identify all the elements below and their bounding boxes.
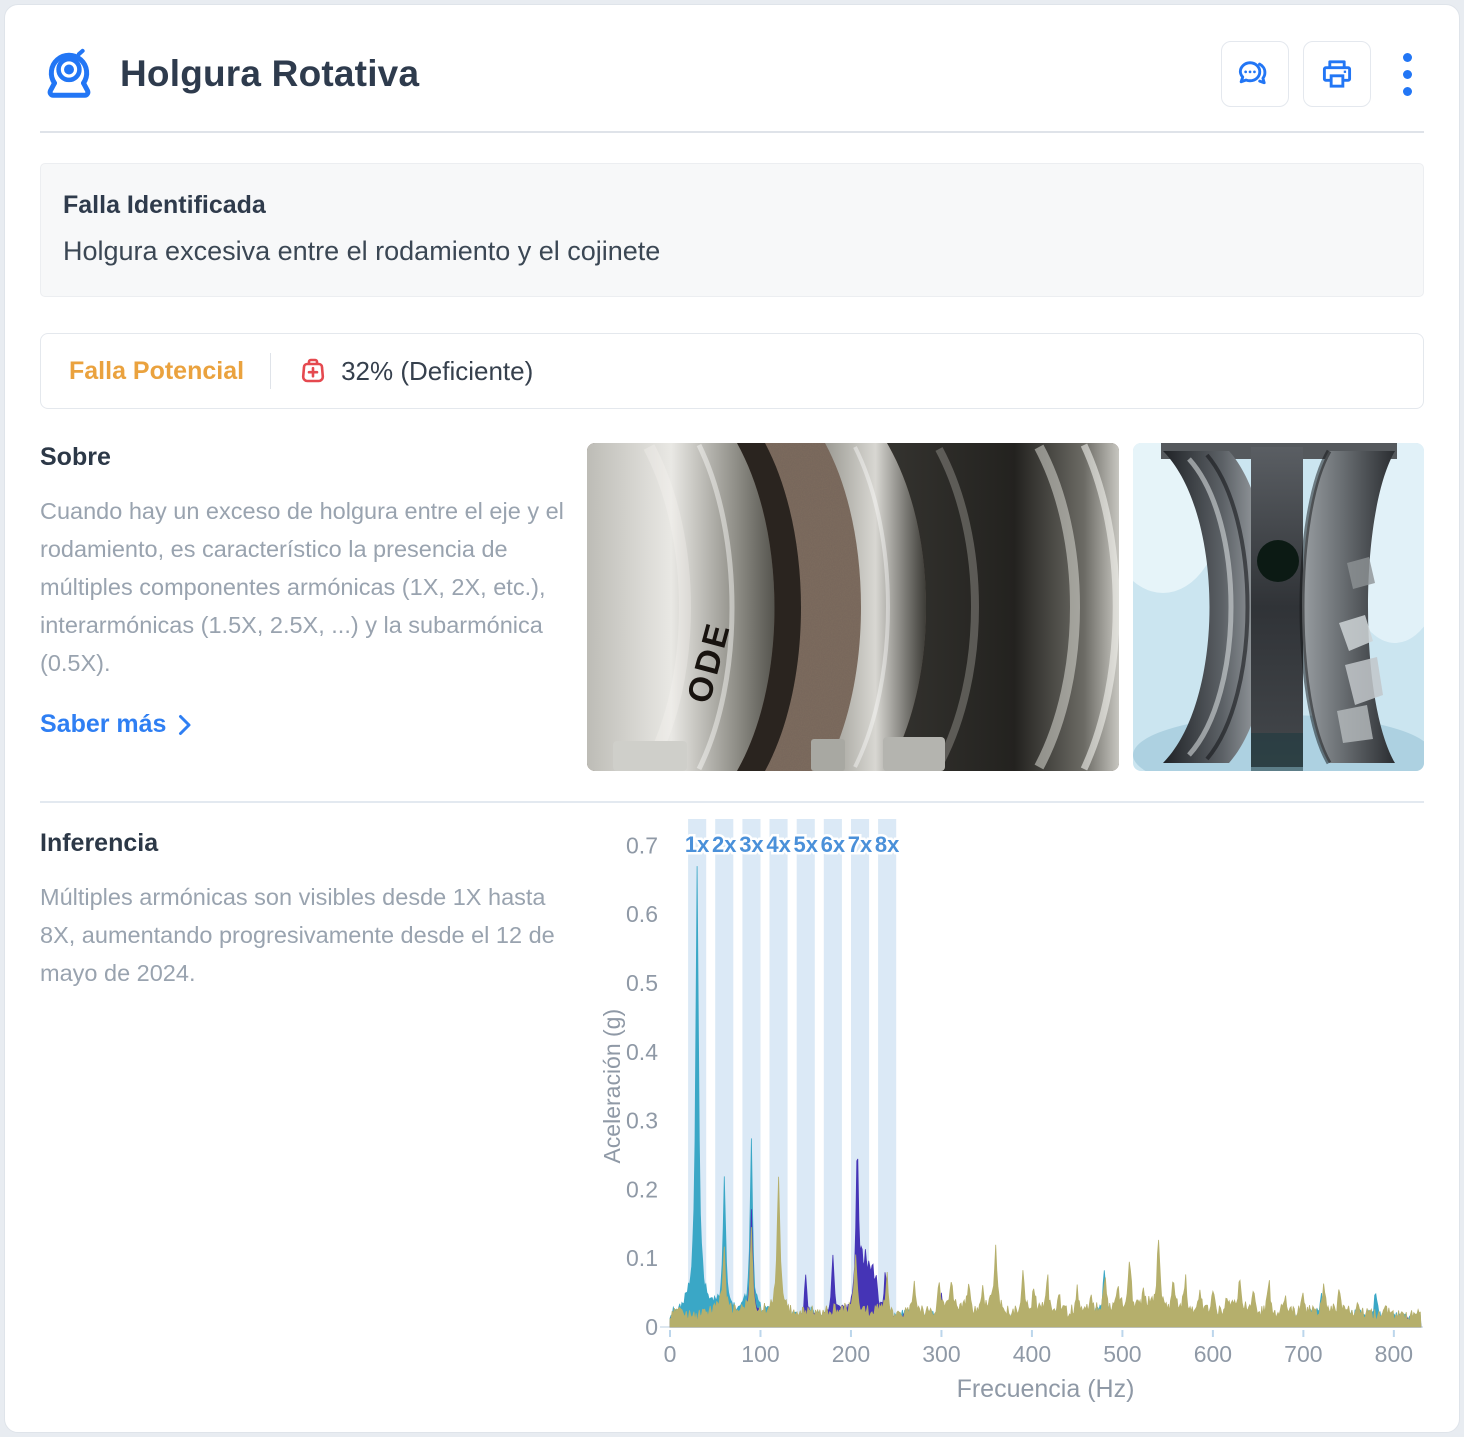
harmonic-label-4x: 4x: [766, 832, 791, 857]
chevron-right-icon: [178, 714, 192, 736]
page-title: Holgura Rotativa: [120, 53, 419, 95]
bearing-photos: ODE: [587, 443, 1424, 771]
section-divider: [40, 801, 1424, 803]
bearing-photo-1: ODE: [587, 443, 1119, 771]
learn-more-label: Saber más: [40, 710, 166, 739]
x-tick-label: 400: [1013, 1341, 1051, 1367]
spectrum-chart-container: 0 100 200 300 400 500 600 700 800 0 0.1 0.2 0.3 0.4 0.…: [600, 817, 1424, 1430]
fault-box-title: Falla Identificada: [63, 191, 1401, 220]
header-divider: [40, 131, 1424, 133]
bearing-icon: [40, 45, 98, 103]
inference-text-column: Inferencia Múltiples armónicas son visib…: [40, 817, 580, 992]
harmonic-label-8x: 8x: [875, 832, 900, 857]
health-score: 32% (Deficiente): [341, 356, 533, 387]
y-axis-label: Aceleración (g): [600, 1009, 625, 1164]
kebab-dot: [1403, 87, 1412, 96]
x-tick-label: 300: [922, 1341, 960, 1367]
y-tick-label: 0.2: [626, 1176, 658, 1202]
harmonic-band-8x: [878, 819, 896, 1327]
fault-detail-card: Holgura Rotativa: [4, 4, 1460, 1433]
y-tick-label: 0.7: [626, 832, 658, 858]
status-bar: Falla Potencial 32% (Deficiente): [40, 333, 1424, 409]
harmonic-label-1x: 1x: [685, 832, 710, 857]
x-tick-label: 600: [1194, 1341, 1232, 1367]
inference-heading: Inferencia: [40, 829, 580, 858]
y-tick-label: 0.3: [626, 1108, 658, 1134]
bearing-photo-2: [1133, 443, 1424, 771]
x-tick-label: 0: [664, 1341, 677, 1367]
chat-icon: [1237, 56, 1273, 92]
x-tick-label: 200: [832, 1341, 870, 1367]
medical-bag-icon: [297, 355, 329, 387]
harmonic-label-3x: 3x: [739, 832, 764, 857]
header-actions: [1221, 41, 1429, 107]
harmonic-band-6x: [824, 819, 842, 1327]
print-button[interactable]: [1303, 41, 1371, 107]
x-tick-label: 800: [1375, 1341, 1413, 1367]
harmonic-band-5x: [797, 819, 815, 1327]
about-body: Cuando hay un exceso de holgura entre el…: [40, 492, 580, 682]
fault-identified-box: Falla Identificada Holgura excesiva entr…: [40, 163, 1424, 297]
kebab-dot: [1403, 53, 1412, 62]
fault-box-description: Holgura excesiva entre el rodamiento y e…: [63, 236, 1401, 267]
kebab-dot: [1403, 70, 1412, 79]
inference-section: Inferencia Múltiples armónicas son visib…: [40, 817, 1424, 1430]
x-tick-label: 500: [1103, 1341, 1141, 1367]
header: Holgura Rotativa: [5, 5, 1459, 107]
about-heading: Sobre: [40, 443, 580, 472]
y-tick-label: 0: [645, 1314, 658, 1340]
x-tick-label: 100: [741, 1341, 779, 1367]
vertical-divider: [270, 353, 271, 389]
x-axis-label: Frecuencia (Hz): [957, 1375, 1135, 1403]
y-tick-label: 0.1: [626, 1245, 658, 1271]
harmonic-label-7x: 7x: [848, 832, 873, 857]
frequency-spectrum-chart: 0 100 200 300 400 500 600 700 800 0 0.1 0.2 0.3 0.4 0.…: [600, 817, 1424, 1425]
y-tick-label: 0.4: [626, 1039, 658, 1065]
harmonic-label-5x: 5x: [793, 832, 818, 857]
learn-more-link[interactable]: Saber más: [40, 710, 192, 739]
y-tick-label: 0.5: [626, 970, 658, 996]
about-text-column: Sobre Cuando hay un exceso de holgura en…: [40, 443, 580, 739]
chat-button[interactable]: [1221, 41, 1289, 107]
printer-icon: [1319, 56, 1355, 92]
severity-badge: Falla Potencial: [69, 357, 244, 386]
inference-body: Múltiples armónicas son visibles desde 1…: [40, 878, 580, 992]
harmonic-label-6x: 6x: [821, 832, 846, 857]
x-tick-label: 700: [1284, 1341, 1322, 1367]
more-options-button[interactable]: [1385, 41, 1429, 107]
page-background: Holgura Rotativa: [0, 0, 1464, 1437]
harmonic-label-2x: 2x: [712, 832, 737, 857]
about-section: Sobre Cuando hay un exceso de holgura en…: [40, 443, 1424, 771]
y-tick-label: 0.6: [626, 901, 658, 927]
